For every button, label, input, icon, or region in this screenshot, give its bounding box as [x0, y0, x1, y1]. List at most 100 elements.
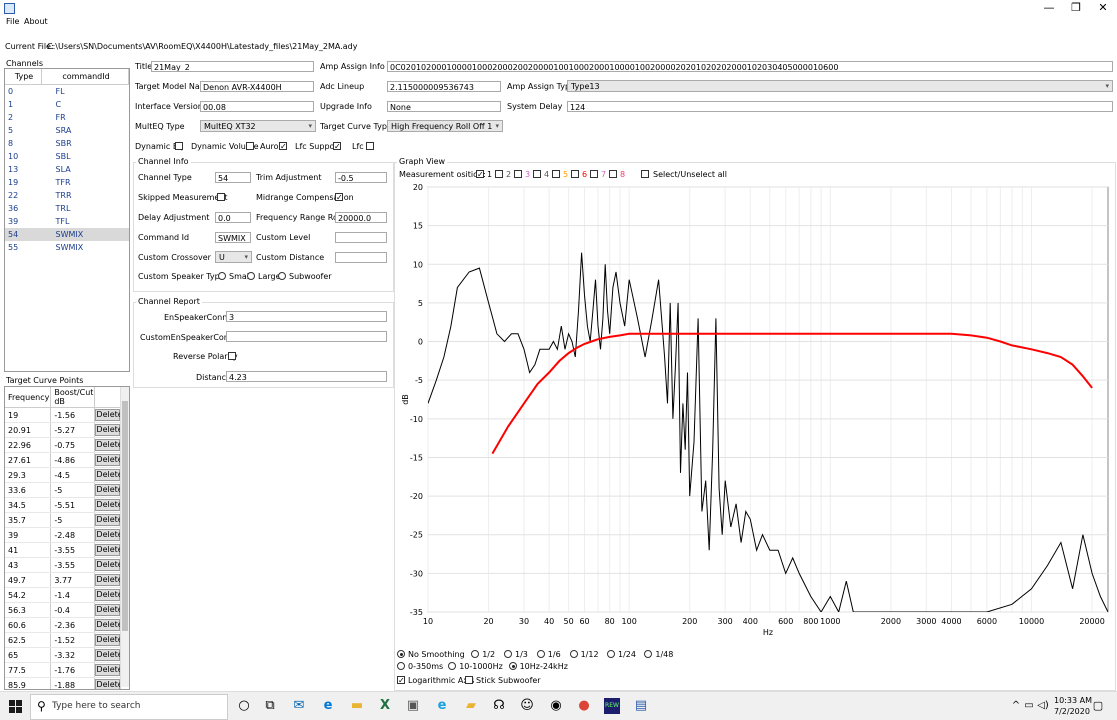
custom-crossover-select[interactable]: U ▾ — [215, 251, 252, 263]
target-boost-cell[interactable]: -1.76 — [50, 662, 96, 678]
target-curve-row[interactable]: 33.6 -5 Delete — [5, 482, 123, 498]
delete-button[interactable]: Delete — [95, 529, 123, 541]
system-delay-input[interactable]: 124 — [567, 101, 1113, 112]
delete-button[interactable]: Delete — [95, 634, 123, 646]
custom-level-input[interactable] — [335, 232, 387, 243]
select-all-checkbox[interactable] — [641, 170, 649, 178]
target-curve-row[interactable]: 35.7 -5 Delete — [5, 512, 123, 528]
clock-date[interactable]: 7/2/2020 — [1054, 707, 1090, 716]
target-curve-row[interactable]: 43 -3.55 Delete — [5, 557, 123, 573]
app-window-icon[interactable]: ▤ — [633, 698, 649, 714]
target-frequency-cell[interactable]: 29.3 — [5, 467, 52, 483]
notification-icon[interactable]: ▢ — [1090, 698, 1106, 714]
target-boost-cell[interactable]: -5.27 — [50, 422, 96, 438]
midrange-compensation-checkbox[interactable]: ✓ — [335, 193, 343, 202]
lfc-support-checkbox[interactable]: ✓ — [333, 142, 341, 151]
ie-icon[interactable]: e — [434, 698, 450, 714]
target-boost-cell[interactable]: -2.48 — [50, 527, 96, 543]
target-boost-cell[interactable]: -4.5 — [50, 467, 96, 483]
channel-row[interactable]: 10 SBL — [5, 150, 129, 163]
windows-start-icon[interactable] — [9, 700, 23, 713]
target-frequency-cell[interactable]: 85.9 — [5, 677, 52, 689]
target-boost-cell[interactable]: -1.4 — [50, 587, 96, 603]
position-1-checkbox[interactable]: ✓ — [476, 170, 484, 179]
channel-row[interactable]: 1C — [5, 98, 129, 111]
delete-button[interactable]: Delete — [95, 469, 123, 481]
range-option-radio[interactable] — [448, 662, 457, 670]
target-boost-cell[interactable]: -1.88 — [50, 677, 96, 689]
delete-button[interactable]: Delete — [95, 604, 123, 616]
target-curve-row[interactable]: 56.3 -0.4 Delete — [5, 602, 123, 618]
target-frequency-cell[interactable]: 49.7 — [5, 572, 52, 588]
channel-row[interactable]: 13 SLA — [5, 163, 129, 176]
target-curve-row[interactable]: 20.91 -5.27 Delete — [5, 422, 123, 438]
target-boost-cell[interactable]: -1.56 — [50, 407, 96, 423]
target-col-boost[interactable]: Boost/Cut dB — [50, 387, 96, 408]
auro-checkbox[interactable]: ✓ — [279, 142, 287, 151]
target-boost-cell[interactable]: -5 — [50, 512, 96, 528]
interface-version-input[interactable]: 00.08 — [200, 101, 314, 112]
dynamic-volume-checkbox[interactable] — [246, 142, 254, 150]
target-curve-row[interactable]: 39 -2.48 Delete — [5, 527, 123, 543]
people-icon[interactable]: ☊ — [491, 698, 507, 714]
reverse-polarity-checkbox[interactable] — [228, 352, 236, 360]
channel-row[interactable]: 2 FR — [5, 111, 129, 124]
smoothing-option-radio[interactable] — [504, 650, 512, 658]
target-curve-row[interactable]: 49.7 3.77 Delete — [5, 572, 123, 588]
delete-button[interactable]: Delete — [95, 574, 123, 586]
target-frequency-cell[interactable]: 54.2 — [5, 587, 52, 603]
excel-icon[interactable]: X — [377, 698, 393, 714]
target-curve-row[interactable]: 19 -1.56 Delete — [5, 407, 123, 423]
channel-row[interactable]: 5 SRA — [5, 124, 129, 137]
store-icon[interactable]: ▣ — [405, 698, 421, 714]
clock-time[interactable]: 10:33 AM — [1054, 696, 1092, 705]
position-4-checkbox[interactable] — [533, 170, 541, 178]
trim-adjustment-input[interactable]: -0.5 — [335, 172, 387, 183]
target-boost-cell[interactable]: -0.4 — [50, 602, 96, 618]
position-7-checkbox[interactable] — [590, 170, 598, 178]
target-scrollbar-thumb[interactable] — [122, 401, 128, 631]
custom-distance-input[interactable] — [335, 252, 387, 263]
delete-button[interactable]: Delete — [95, 424, 123, 436]
target-frequency-cell[interactable]: 27.61 — [5, 452, 52, 468]
target-curve-row[interactable]: 27.61 -4.86 Delete — [5, 452, 123, 468]
delete-button[interactable]: Delete — [95, 679, 123, 689]
channel-row[interactable]: 19 TFR — [5, 176, 129, 189]
position-3-checkbox[interactable] — [514, 170, 522, 178]
target-curve-row[interactable]: 77.5 -1.76 Delete — [5, 662, 123, 678]
cortana-icon[interactable]: ○ — [236, 698, 252, 714]
target-frequency-cell[interactable]: 41 — [5, 542, 52, 558]
target-boost-cell[interactable]: -3.55 — [50, 557, 96, 573]
edge-icon[interactable]: e — [320, 698, 336, 714]
target-curve-type-select[interactable]: High Frequency Roll Off 1 ▾ — [387, 120, 503, 132]
channels-col-commandid[interactable]: commandId — [41, 69, 129, 85]
target-curve-row[interactable]: 62.5 -1.52 Delete — [5, 632, 123, 648]
amp-assign-type-select[interactable]: Type13 ▾ — [567, 80, 1113, 92]
target-curve-row[interactable]: 65 -3.32 Delete — [5, 647, 123, 663]
channel-row[interactable]: 39 TFL — [5, 215, 129, 228]
target-curve-row[interactable]: 41 -3.55 Delete — [5, 542, 123, 558]
target-boost-cell[interactable]: -3.32 — [50, 647, 96, 663]
target-frequency-cell[interactable]: 62.5 — [5, 632, 52, 648]
channel-type-input[interactable]: 54 — [215, 172, 251, 183]
delete-button[interactable]: Delete — [95, 559, 123, 571]
target-frequency-cell[interactable]: 35.7 — [5, 512, 52, 528]
maximize-button[interactable]: ❐ — [1061, 0, 1091, 16]
target-frequency-cell[interactable]: 65 — [5, 647, 52, 663]
lfc-checkbox[interactable] — [366, 142, 374, 150]
target-curve-row[interactable]: 29.3 -4.5 Delete — [5, 467, 123, 483]
stick-subwoofer-checkbox[interactable] — [465, 676, 473, 684]
task-view-icon[interactable]: ⧉ — [262, 698, 278, 714]
range-option-radio[interactable] — [508, 662, 517, 670]
taskbar-search-box[interactable]: ⚲ Type here to search — [30, 694, 228, 720]
channel-row[interactable]: 36 TRL — [5, 202, 129, 215]
target-boost-cell[interactable]: -4.86 — [50, 452, 96, 468]
target-boost-cell[interactable]: -5.51 — [50, 497, 96, 513]
target-boost-cell[interactable]: -2.36 — [50, 617, 96, 633]
delete-button[interactable]: Delete — [95, 544, 123, 556]
position-8-checkbox[interactable] — [609, 170, 617, 178]
skipped-measurement-checkbox[interactable] — [217, 193, 225, 201]
target-curve-row[interactable]: 22.96 -0.75 Delete — [5, 437, 123, 453]
custom-en-speaker-connect-input[interactable] — [226, 331, 387, 342]
target-frequency-cell[interactable]: 22.96 — [5, 437, 52, 453]
